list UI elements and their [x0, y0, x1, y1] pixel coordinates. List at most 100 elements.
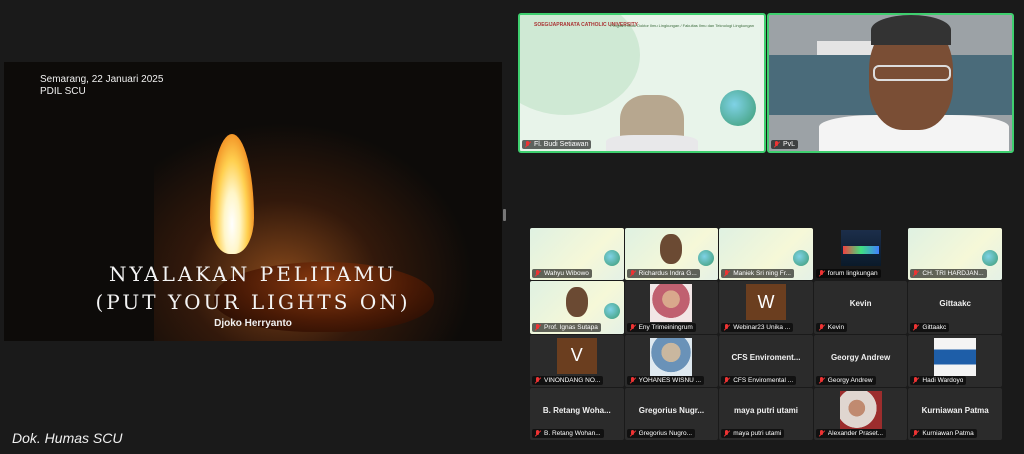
participant-display-name: Kurniawan Patma — [921, 405, 989, 415]
mic-muted-icon — [913, 323, 919, 331]
participant-display-name: Georgy Andrew — [830, 352, 891, 362]
mic-muted-icon — [535, 376, 541, 384]
name-tag: Prof. Ignas Sutapa — [532, 322, 601, 332]
name-tag: YOHANES WISNU ... — [626, 375, 705, 385]
participant-name: CH. TRI HARDJAN... — [922, 270, 984, 278]
video-tile-speaker-1[interactable]: SOEGIJAPRANATA CATHOLIC UNIVERSITY Progr… — [518, 13, 766, 153]
mic-muted-icon — [724, 376, 730, 384]
mic-muted-icon — [630, 430, 636, 437]
slide-title: NYALAKAN PELITAMU — [108, 262, 397, 286]
name-tag: B. Retang Wohan... — [532, 429, 604, 438]
participant-tile[interactable]: Richardus Indra G... — [624, 228, 719, 281]
participant-tile[interactable]: forum lingkungan — [813, 228, 908, 281]
panel-resize-handle[interactable] — [503, 209, 506, 221]
participant-display-name: Gregorius Nugr... — [638, 405, 705, 415]
participant-tile[interactable]: Prof. Ignas Sutapa — [530, 281, 624, 334]
participant-name: Alexander Praset... — [827, 430, 884, 437]
participant-name: Webinar23 Unika ... — [733, 323, 791, 331]
mic-muted-icon — [913, 376, 919, 384]
participant-tile[interactable]: CH. TRI HARDJAN... — [908, 228, 1002, 281]
participant-name: maya putri utami — [733, 430, 782, 437]
name-tag: Eny Trimeiningrum — [626, 322, 696, 332]
mic-muted-icon — [724, 430, 730, 437]
avatar — [650, 284, 693, 323]
mic-muted-icon — [819, 430, 825, 437]
participant-name: Wahyu Wibowo — [544, 270, 589, 278]
name-tag: Maniek Sri ning Fr... — [721, 269, 794, 279]
participant-tile[interactable]: Eny Trimeiningrum — [624, 281, 719, 334]
slide-org: PDIL SCU — [40, 86, 86, 97]
participant-tile[interactable]: maya putri utami maya putri utami — [719, 387, 813, 440]
participant-hair — [871, 15, 951, 45]
mic-muted-icon — [535, 270, 541, 277]
participant-name: VINONDANG NO... — [544, 376, 601, 384]
participant-display-name: Gittaakc — [939, 299, 971, 309]
name-tag: maya putri utami — [721, 429, 785, 438]
program-header: Program Studi Doktor Ilmu Lingkungan / F… — [610, 23, 754, 28]
participant-tile[interactable]: V VINONDANG NO... — [530, 334, 624, 387]
mic-muted-icon — [724, 323, 730, 331]
participant-name: CFS Enviromental ... — [733, 376, 794, 384]
slide-author: Djoko Herryanto — [214, 318, 292, 329]
mic-muted-icon — [724, 270, 730, 277]
name-tag: CH. TRI HARDJAN... — [910, 269, 987, 279]
name-tag: PvL — [771, 140, 799, 149]
participant-name: forum lingkungan — [827, 270, 878, 278]
mic-muted-icon — [913, 270, 919, 277]
participant-tile[interactable]: Alexander Praset... — [813, 387, 908, 440]
name-tag: forum lingkungan — [815, 269, 881, 279]
participant-name: Gregorius Nugro... — [638, 430, 693, 437]
shared-slide: Semarang, 22 Januari 2025 PDIL SCU NYALA… — [4, 62, 502, 341]
participant-video — [840, 230, 881, 266]
participant-tile[interactable]: Kevin Kevin — [813, 281, 908, 334]
name-tag: Gregorius Nugro... — [626, 429, 696, 438]
name-tag: CFS Enviromental ... — [721, 375, 797, 385]
participant-name: PvL — [783, 141, 796, 148]
participant-tile[interactable]: Wahyu Wibowo — [530, 228, 624, 281]
avatar — [934, 337, 977, 376]
name-tag: Georgy Andrew — [815, 375, 876, 385]
participant-name: Gittaakc — [922, 323, 947, 331]
name-tag: Wahyu Wibowo — [532, 269, 592, 279]
participant-grid: Wahyu Wibowo Richardus Indra G... Maniek S… — [530, 228, 1002, 440]
participant-tile[interactable]: W Webinar23 Unika ... — [719, 281, 813, 334]
name-tag: Kevin — [815, 322, 848, 332]
participant-display-name: CFS Enviroment... — [731, 352, 801, 362]
participant-name: Eny Trimeiningrum — [638, 323, 693, 331]
participant-name: Kurniawan Patma — [922, 430, 974, 437]
participant-video — [660, 234, 683, 264]
video-tile-speaker-2[interactable]: PvL — [767, 13, 1014, 153]
participant-display-name: maya putri utami — [733, 405, 798, 415]
participant-tile[interactable]: B. Retang Woha... B. Retang Wohan... — [530, 387, 624, 440]
participant-video — [565, 287, 588, 318]
slide-subtitle: (PUT YOUR LIGHTS ON) — [95, 290, 411, 314]
mic-muted-icon — [819, 376, 825, 384]
participant-tile[interactable]: Georgy Andrew Georgy Andrew — [813, 334, 908, 387]
slide-date: Semarang, 22 Januari 2025 — [40, 74, 164, 85]
avatar — [839, 390, 882, 429]
participant-tile[interactable]: Gregorius Nugr... Gregorius Nugro... — [624, 387, 719, 440]
mic-muted-icon — [819, 270, 825, 277]
slide-meta: Semarang, 22 Januari 2025 PDIL SCU — [40, 74, 163, 98]
participant-name: Fl. Budi Setiawan — [534, 141, 589, 148]
participant-name: Hadi Wardoyo — [922, 376, 964, 384]
participant-name: Prof. Ignas Sutapa — [544, 323, 598, 331]
participant-tile[interactable]: Maniek Sri ning Fr... — [719, 228, 813, 281]
meeting-window: Semarang, 22 Januari 2025 PDIL SCU NYALA… — [0, 0, 1024, 454]
name-tag: Alexander Praset... — [815, 429, 887, 438]
participant-name: Maniek Sri ning Fr... — [733, 270, 791, 278]
participant-name: Richardus Indra G... — [638, 270, 697, 278]
photo-credit: Dok. Humas SCU — [12, 430, 123, 446]
name-tag: Kurniawan Patma — [910, 429, 977, 438]
participant-tile[interactable]: Hadi Wardoyo — [908, 334, 1002, 387]
avatar: W — [745, 284, 786, 321]
participant-tile[interactable]: Kurniawan Patma Kurniawan Patma — [908, 387, 1002, 440]
name-tag: Richardus Indra G... — [626, 269, 700, 279]
participant-tile[interactable]: Gittaakc Gittaakc — [908, 281, 1002, 334]
participant-shirt — [606, 135, 698, 151]
air-conditioner — [817, 41, 877, 55]
name-tag: VINONDANG NO... — [532, 375, 604, 385]
participant-tile[interactable]: CFS Enviroment... CFS Enviromental ... — [719, 334, 813, 387]
participant-tile[interactable]: YOHANES WISNU ... — [624, 334, 719, 387]
mic-muted-icon — [525, 141, 531, 148]
